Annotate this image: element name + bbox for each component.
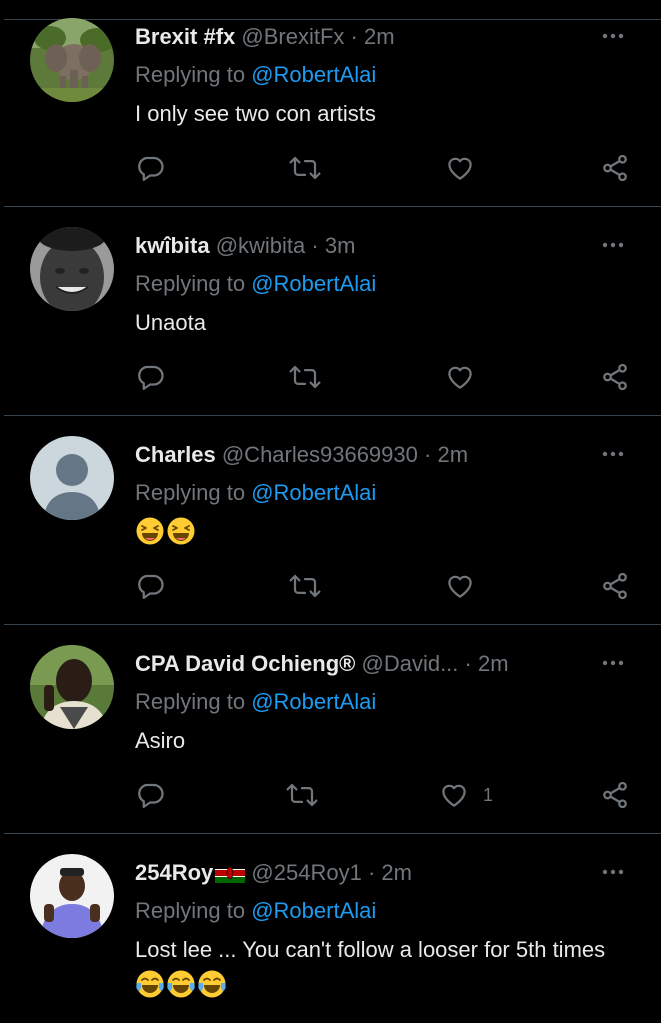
tweet-text [135, 514, 635, 549]
mention-link[interactable]: @RobertAlai [251, 480, 376, 505]
avatar[interactable] [30, 18, 114, 102]
default-avatar[interactable] [30, 436, 114, 520]
more-options-icon[interactable] [600, 26, 630, 46]
retweet-icon[interactable] [288, 153, 322, 183]
retweet-icon[interactable] [288, 362, 322, 392]
display-name[interactable]: kwîbita [135, 233, 210, 258]
replying-to-label: Replying to [135, 480, 246, 505]
user-handle[interactable]: @Charles93669930 [222, 442, 418, 467]
tweet-header: Brexit #fx @BrexitFx · 2m [135, 24, 575, 50]
like-count: 1 [483, 784, 494, 805]
laughing-emoji [167, 517, 195, 545]
timestamp[interactable]: 2m [437, 442, 468, 467]
replying-to-line: Replying to @RobertAlai [135, 898, 376, 924]
action-bar [0, 153, 661, 183]
reply-icon[interactable] [135, 362, 165, 392]
avatar[interactable] [30, 227, 114, 311]
kenya-flag-icon [215, 863, 246, 883]
reply-icon[interactable] [135, 780, 165, 810]
avatar[interactable] [30, 645, 114, 729]
replying-to-line: Replying to @RobertAlai [135, 62, 376, 88]
action-bar [0, 362, 661, 392]
user-handle[interactable]: @David... [361, 651, 458, 676]
tears-of-joy-emoji [136, 970, 164, 998]
mention-link[interactable]: @RobertAlai [251, 271, 376, 296]
mention-link[interactable]: @RobertAlai [251, 689, 376, 714]
replying-to-line: Replying to @RobertAlai [135, 689, 376, 715]
more-options-icon[interactable] [600, 444, 630, 464]
replying-to-label: Replying to [135, 62, 246, 87]
display-name[interactable]: 254Roy [135, 860, 213, 885]
tweet-header: Charles @Charles93669930 · 2m [135, 442, 575, 468]
separator-dot: · [367, 860, 376, 885]
heart-icon[interactable] [445, 571, 489, 601]
heart-icon[interactable] [445, 362, 489, 392]
separator-dot: · [424, 442, 432, 467]
heart-icon[interactable]: 1 [439, 780, 493, 810]
action-bar: 1 [0, 780, 661, 810]
replying-to-label: Replying to [135, 271, 246, 296]
share-icon[interactable] [600, 780, 630, 810]
tweet-text: Unaota [135, 310, 206, 335]
laughing-emoji [136, 517, 164, 545]
display-name[interactable]: Brexit #fx [135, 24, 235, 49]
tears-of-joy-emoji [167, 970, 195, 998]
share-icon[interactable] [600, 153, 630, 183]
timestamp[interactable]: 2m [381, 860, 412, 885]
replying-to-line: Replying to @RobertAlai [135, 271, 376, 297]
separator-dot: · [311, 233, 319, 258]
timestamp[interactable]: 3m [325, 233, 356, 258]
mention-link[interactable]: @RobertAlai [251, 898, 376, 923]
tweet-text: Lost lee ... You can't follow a looser f… [135, 932, 635, 1002]
divider [4, 415, 661, 416]
separator-dot: · [464, 651, 472, 676]
more-options-icon[interactable] [600, 235, 630, 255]
retweet-icon[interactable] [285, 780, 319, 810]
more-options-icon[interactable] [600, 653, 630, 673]
heart-icon[interactable] [445, 153, 489, 183]
timestamp[interactable]: 2m [364, 24, 395, 49]
share-icon[interactable] [600, 571, 630, 601]
avatar[interactable] [30, 854, 114, 938]
share-icon[interactable] [600, 362, 630, 392]
tweet-text-content: Lost lee ... You can't follow a looser f… [135, 937, 606, 962]
replying-to-label: Replying to [135, 689, 246, 714]
separator-dot: · [350, 24, 358, 49]
tweet-header: kwîbita @kwibita · 3m [135, 233, 575, 259]
tweet-text: Asiro [135, 728, 186, 753]
more-options-icon[interactable] [600, 862, 630, 882]
user-handle[interactable]: @254Roy1 [251, 860, 361, 885]
retweet-icon[interactable] [288, 571, 322, 601]
user-handle[interactable]: @BrexitFx [241, 24, 344, 49]
reply-icon[interactable] [135, 153, 165, 183]
divider [4, 19, 661, 20]
mention-link[interactable]: @RobertAlai [251, 62, 376, 87]
action-bar [0, 571, 661, 601]
display-name[interactable]: CPA David Ochieng® [135, 651, 355, 676]
timestamp[interactable]: 2m [478, 651, 509, 676]
tweet-text: I only see two con artists [135, 101, 376, 126]
display-name[interactable]: Charles [135, 442, 216, 467]
tweet-header: CPA David Ochieng® @David... · 2m [135, 651, 575, 677]
replying-to-label: Replying to [135, 898, 246, 923]
divider [4, 833, 661, 834]
divider [4, 206, 661, 207]
replying-to-line: Replying to @RobertAlai [135, 480, 376, 506]
divider [4, 624, 661, 625]
tears-of-joy-emoji [198, 970, 226, 998]
tweet-header: 254Roy @254Roy1 · 2m [135, 860, 575, 886]
user-handle[interactable]: @kwibita [216, 233, 306, 258]
reply-icon[interactable] [135, 571, 165, 601]
